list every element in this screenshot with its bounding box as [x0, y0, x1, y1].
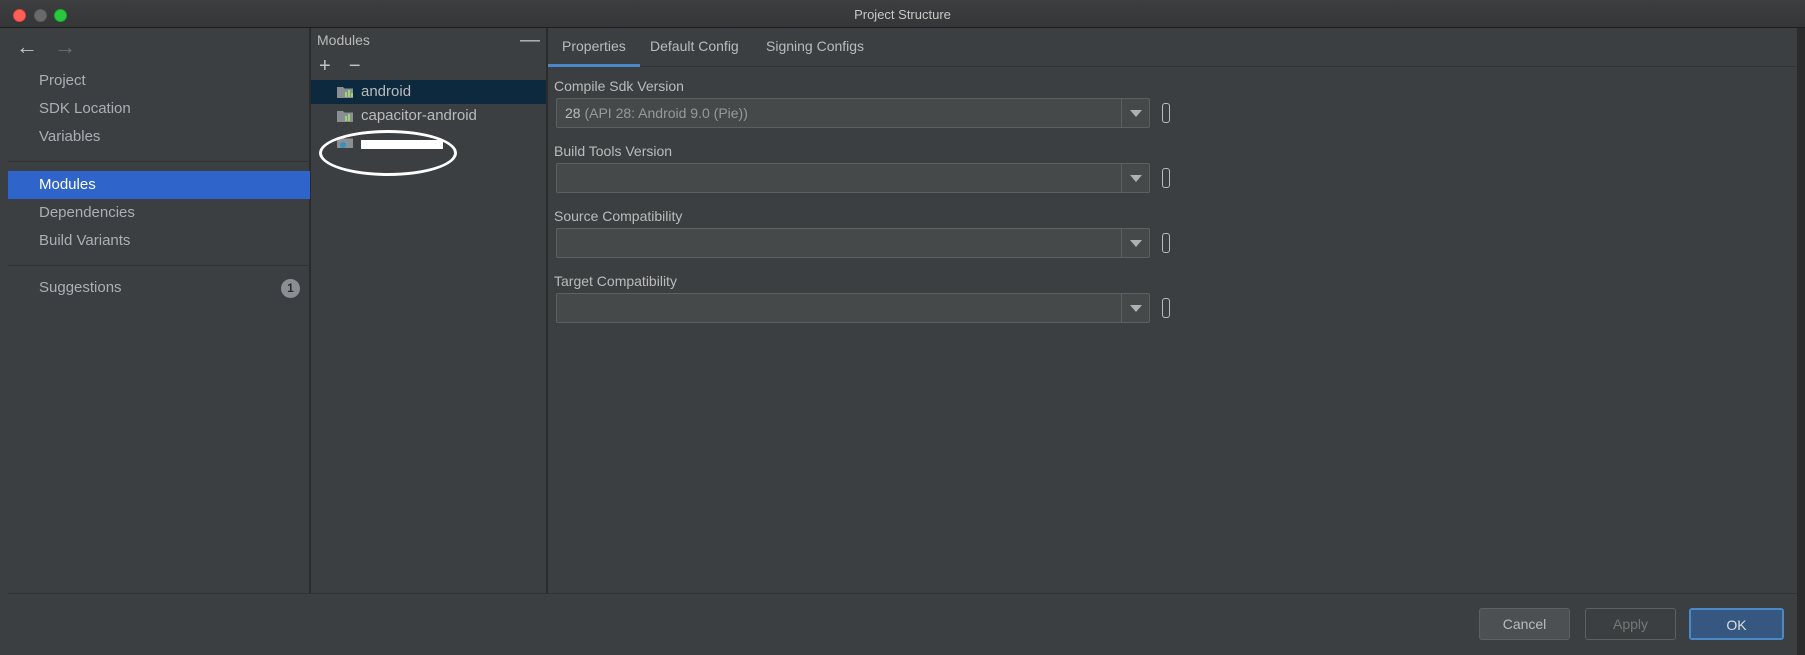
expression-toggle-icon[interactable]	[1162, 233, 1170, 253]
apply-button[interactable]: Apply	[1585, 608, 1676, 640]
chevron-down-icon[interactable]	[1121, 164, 1149, 192]
expression-toggle-icon[interactable]	[1162, 168, 1170, 188]
sidebar: ← → Project SDK Location Variables Modul…	[8, 28, 310, 593]
modules-toolbar: + −	[311, 52, 546, 80]
properties-panel: Properties Default Config Signing Config…	[548, 28, 1797, 593]
sidebar-item-modules[interactable]: Modules	[8, 171, 310, 199]
module-label: android	[361, 83, 412, 100]
back-arrow-icon[interactable]: ←	[16, 36, 38, 58]
collapse-panel-icon[interactable]: —	[520, 28, 540, 52]
sidebar-item-build-variants[interactable]: Build Variants	[8, 227, 310, 255]
forward-arrow-icon[interactable]: →	[54, 36, 76, 58]
dialog-footer: Cancel Apply OK	[8, 593, 1797, 655]
tab-bar: Properties Default Config Signing Config…	[548, 28, 1797, 67]
sidebar-item-label: Suggestions	[39, 279, 122, 296]
build-tools-combo[interactable]	[556, 163, 1150, 193]
window-title: Project Structure	[854, 7, 951, 22]
chevron-down-icon[interactable]	[1121, 99, 1149, 127]
nav-arrows: ← →	[16, 36, 88, 58]
sidebar-item-project[interactable]: Project	[8, 67, 310, 95]
modules-panel: Modules — + − android capacitor-android	[311, 28, 547, 593]
sidebar-divider	[8, 265, 310, 266]
expression-toggle-icon[interactable]	[1162, 298, 1170, 318]
tab-signing-configs[interactable]: Signing Configs	[752, 28, 878, 67]
module-folder-icon	[337, 87, 353, 98]
source-compat-label: Source Compatibility	[554, 208, 683, 224]
compile-sdk-number: 28	[565, 105, 581, 121]
target-compat-combo[interactable]	[556, 293, 1150, 323]
remove-module-icon[interactable]: −	[349, 52, 361, 80]
title-bar: Project Structure	[0, 0, 1805, 28]
module-item-redacted[interactable]	[311, 128, 546, 178]
compile-sdk-label: Compile Sdk Version	[554, 78, 684, 94]
ok-button[interactable]: OK	[1689, 608, 1784, 640]
modules-title: Modules	[317, 32, 370, 48]
source-compat-combo[interactable]	[556, 228, 1150, 258]
target-compat-label: Target Compatibility	[554, 273, 677, 289]
sidebar-item-sdk-location[interactable]: SDK Location	[8, 95, 310, 123]
sidebar-item-suggestions[interactable]: Suggestions 1	[8, 274, 310, 302]
sidebar-divider	[8, 161, 310, 162]
modules-header: Modules —	[311, 28, 546, 52]
module-item-capacitor-android[interactable]: capacitor-android	[311, 104, 546, 128]
cancel-button[interactable]: Cancel	[1479, 608, 1570, 640]
sidebar-item-dependencies[interactable]: Dependencies	[8, 199, 310, 227]
tab-properties[interactable]: Properties	[548, 28, 640, 67]
tool-window-strip	[0, 28, 8, 655]
compile-sdk-combo[interactable]: 28 (API 28: Android 9.0 (Pie))	[556, 98, 1150, 128]
suggestions-count-badge: 1	[281, 279, 300, 298]
chevron-down-icon[interactable]	[1121, 294, 1149, 322]
module-item-android[interactable]: android	[311, 80, 546, 104]
annotation-ellipse	[319, 130, 457, 176]
compile-sdk-value: 28 (API 28: Android 9.0 (Pie))	[565, 99, 748, 127]
add-module-icon[interactable]: +	[319, 52, 331, 80]
tab-default-config[interactable]: Default Config	[636, 28, 753, 67]
module-folder-icon	[337, 111, 353, 122]
chevron-down-icon[interactable]	[1121, 229, 1149, 257]
compile-sdk-detail: (API 28: Android 9.0 (Pie))	[584, 105, 748, 121]
build-tools-label: Build Tools Version	[554, 143, 673, 159]
expression-toggle-icon[interactable]	[1162, 103, 1170, 123]
module-label: capacitor-android	[361, 107, 477, 124]
sidebar-item-variables[interactable]: Variables	[8, 123, 310, 151]
